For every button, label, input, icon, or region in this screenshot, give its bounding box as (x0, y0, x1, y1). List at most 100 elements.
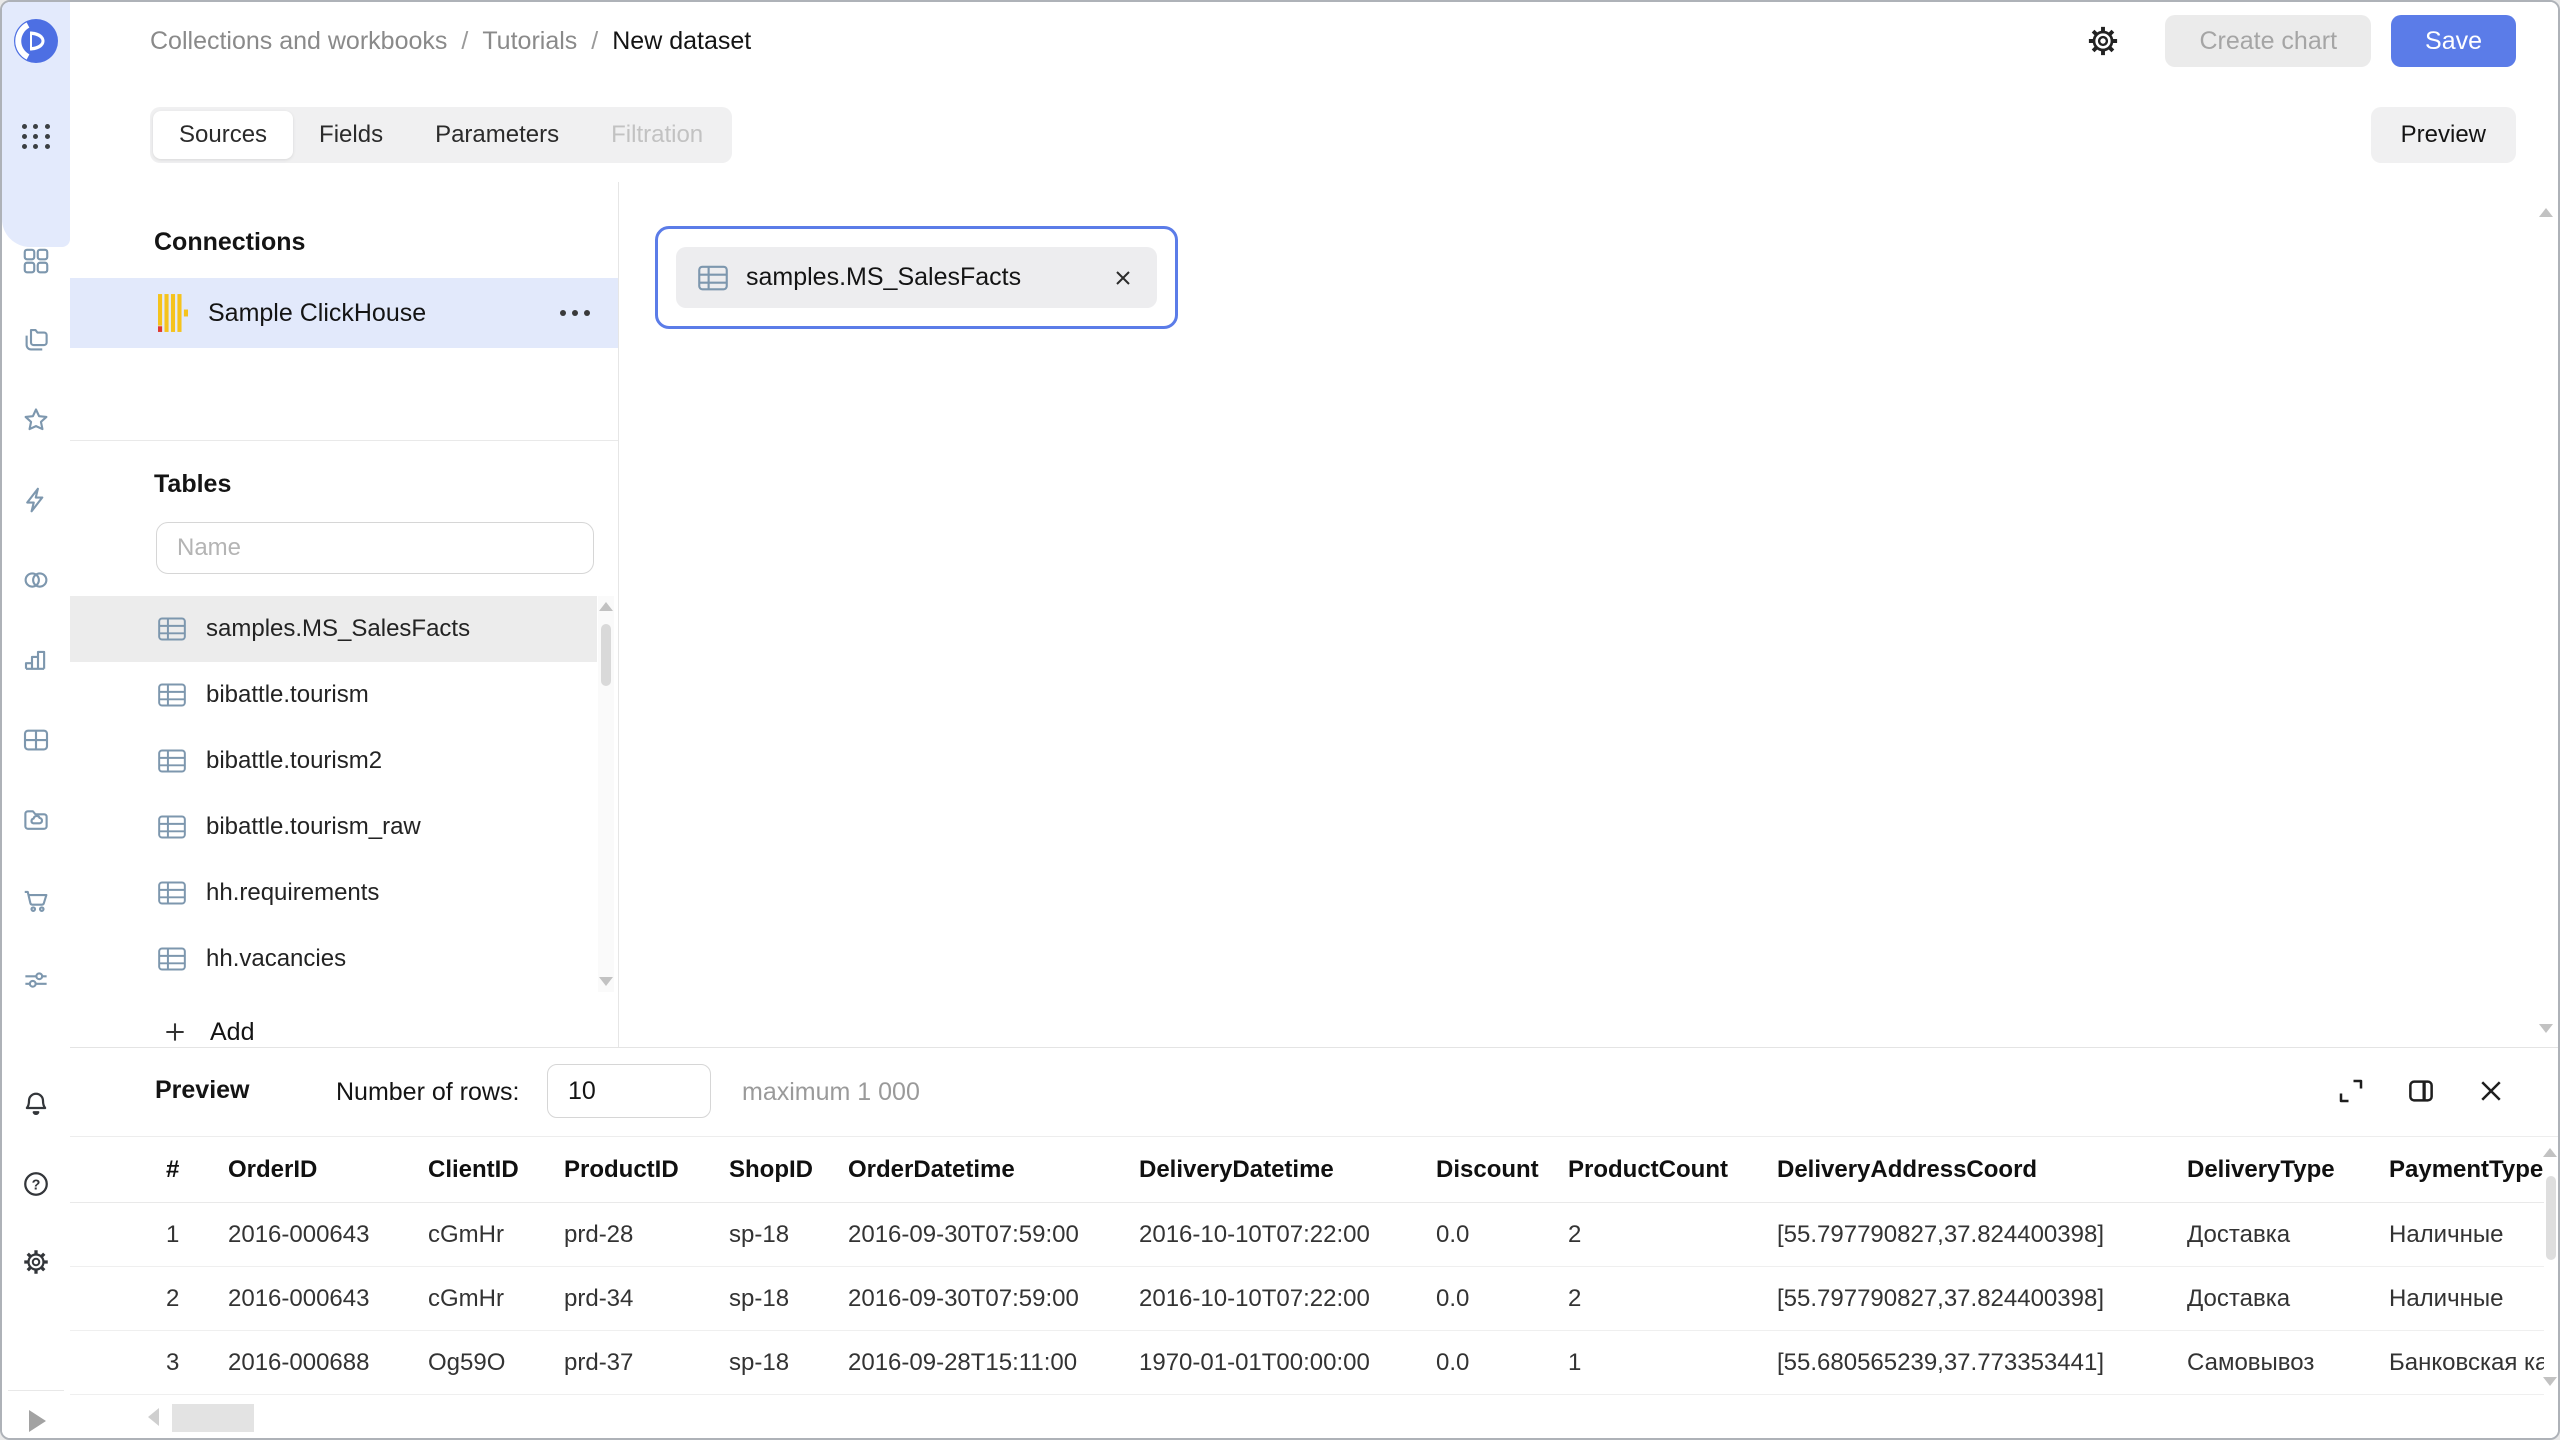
table-cell: 0.0 (1436, 1221, 1568, 1249)
table-icon (158, 617, 186, 641)
table-cell: [55.680565239,37.773353441] (1777, 1349, 2187, 1377)
table-cell: Самовывоз (2187, 1349, 2389, 1377)
table-item-samples-ms-salesfacts[interactable]: samples.MS_SalesFacts (70, 596, 597, 662)
tables-list-scrollbar[interactable] (598, 596, 614, 992)
table-item-label: samples.MS_SalesFacts (206, 615, 470, 643)
table-item-hh-vacancies[interactable]: hh.vacancies (70, 926, 597, 992)
table-cell: 2016-09-28T15:11:00 (848, 1349, 1139, 1377)
panel-divider (70, 440, 618, 441)
table-item-label: bibattle.tourism (206, 681, 369, 709)
app-window: ? Collections and workbooks / Tutorials … (0, 0, 2560, 1440)
table-item-bibattle-tourism-raw[interactable]: bibattle.tourism_raw (70, 794, 597, 860)
services-icon[interactable] (21, 965, 51, 995)
scroll-down-icon[interactable] (599, 977, 613, 986)
table-cell: Наличные (2389, 1285, 2544, 1313)
preview-table-head: #OrderIDClientIDProductIDShopIDOrderDate… (70, 1137, 2544, 1203)
scroll-up-icon[interactable] (2543, 1148, 2557, 1157)
column-header: OrderID (228, 1156, 428, 1184)
dataset-settings-gear-icon[interactable] (2085, 23, 2121, 59)
rows-max-hint: maximum 1 000 (742, 1078, 920, 1107)
canvas-scroll-up-icon[interactable] (2539, 208, 2553, 217)
table-cell: prd-34 (564, 1285, 729, 1313)
table-item-bibattle-tourism2[interactable]: bibattle.tourism2 (70, 728, 597, 794)
table-cell: 2016-000643 (228, 1221, 428, 1249)
hscroll-thumb[interactable] (172, 1404, 254, 1432)
table-cell: 3 (166, 1349, 228, 1377)
datalens-logo-icon[interactable] (13, 18, 59, 64)
breadcrumb: Collections and workbooks / Tutorials / … (150, 2, 751, 80)
preview-title: Preview (155, 1076, 250, 1105)
svg-text:?: ? (32, 1177, 41, 1193)
selected-source-node[interactable]: samples.MS_SalesFacts (655, 226, 1178, 329)
tab-parameters[interactable]: Parameters (409, 111, 585, 159)
close-preview-icon[interactable] (2476, 1076, 2506, 1106)
save-button[interactable]: Save (2391, 15, 2516, 67)
table-cell: 1970-01-01T00:00:00 (1139, 1349, 1436, 1377)
canvas-scroll-down-icon[interactable] (2539, 1024, 2553, 1033)
plus-icon (162, 1019, 188, 1045)
breadcrumb-collections[interactable]: Collections and workbooks (150, 27, 447, 56)
remove-source-icon[interactable] (1111, 266, 1135, 290)
editor-icon[interactable] (21, 485, 51, 515)
expand-panel-icon[interactable] (29, 1410, 46, 1432)
preview-scrollbar[interactable] (2543, 1148, 2555, 1157)
charts-icon[interactable] (21, 645, 51, 675)
settings-icon[interactable] (21, 1247, 51, 1277)
notifications-icon[interactable] (21, 1089, 51, 1119)
tables-title: Tables (154, 470, 231, 499)
table-icon (698, 265, 728, 291)
clickhouse-logo-icon (158, 294, 188, 332)
breadcrumb-tutorials[interactable]: Tutorials (482, 27, 577, 56)
preview-scrollbar-thumb[interactable] (2546, 1176, 2556, 1260)
table-cell: Доставка (2187, 1285, 2389, 1313)
create-chart-button[interactable]: Create chart (2165, 15, 2371, 67)
fullscreen-icon[interactable] (2336, 1076, 2366, 1106)
workbooks-icon[interactable] (21, 246, 51, 276)
column-header: Discount (1436, 1156, 1568, 1184)
table-search-input[interactable] (156, 522, 594, 574)
table-cell: 2016-09-30T07:59:00 (848, 1285, 1139, 1313)
help-icon[interactable]: ? (21, 1169, 51, 1199)
scroll-down-icon[interactable] (2543, 1377, 2557, 1386)
tab-sources[interactable]: Sources (153, 111, 293, 159)
collections-icon[interactable] (21, 325, 51, 355)
rows-count-input[interactable] (547, 1064, 711, 1118)
table-cell: 1 (166, 1221, 228, 1249)
connection-name: Sample ClickHouse (208, 299, 426, 328)
source-chip-label: samples.MS_SalesFacts (746, 263, 1021, 292)
connection-menu-ellipsis-icon[interactable] (560, 310, 590, 316)
table-cell: [55.797790827,37.824400398] (1777, 1221, 2187, 1249)
table-item-label: bibattle.tourism2 (206, 747, 382, 775)
scrollbar-thumb[interactable] (601, 624, 611, 686)
tab-filtration: Filtration (585, 111, 729, 159)
table-cell: sp-18 (729, 1221, 848, 1249)
table-cell: prd-28 (564, 1221, 729, 1249)
table-item-bibattle-tourism[interactable]: bibattle.tourism (70, 662, 597, 728)
connections-icon[interactable] (21, 565, 51, 595)
preview-panel: Preview Number of rows: maximum 1 000 #O… (70, 1047, 2558, 1438)
column-header: ShopID (729, 1156, 848, 1184)
table-row: 12016-000643cGmHrprd-28sp-182016-09-30T0… (70, 1203, 2544, 1267)
preview-scrollbar-end[interactable] (2543, 1377, 2555, 1386)
connection-item-sample-clickhouse[interactable]: Sample ClickHouse (70, 278, 618, 348)
column-header: ProductID (564, 1156, 729, 1184)
datasets-icon[interactable] (21, 725, 51, 755)
preview-toggle-button[interactable]: Preview (2371, 107, 2516, 163)
connections-title: Connections (154, 228, 305, 257)
marketplace-icon[interactable] (21, 885, 51, 915)
table-cell: prd-37 (564, 1349, 729, 1377)
split-view-icon[interactable] (2406, 1076, 2436, 1106)
tab-fields[interactable]: Fields (293, 111, 409, 159)
scroll-up-icon[interactable] (599, 602, 613, 611)
favorites-icon[interactable] (21, 405, 51, 435)
storage-icon[interactable] (21, 805, 51, 835)
table-item-hh-requirements[interactable]: hh.requirements (70, 860, 597, 926)
apps-grid-icon[interactable] (22, 124, 51, 149)
column-header: OrderDatetime (848, 1156, 1139, 1184)
table-cell: Наличные (2389, 1221, 2544, 1249)
breadcrumb-current: New dataset (612, 27, 751, 56)
column-header: ClientID (428, 1156, 564, 1184)
hscroll-left-icon[interactable] (148, 1408, 159, 1426)
table-cell: 0.0 (1436, 1349, 1568, 1377)
table-row: 32016-000688Og59Oprd-37sp-182016-09-28T1… (70, 1331, 2544, 1395)
